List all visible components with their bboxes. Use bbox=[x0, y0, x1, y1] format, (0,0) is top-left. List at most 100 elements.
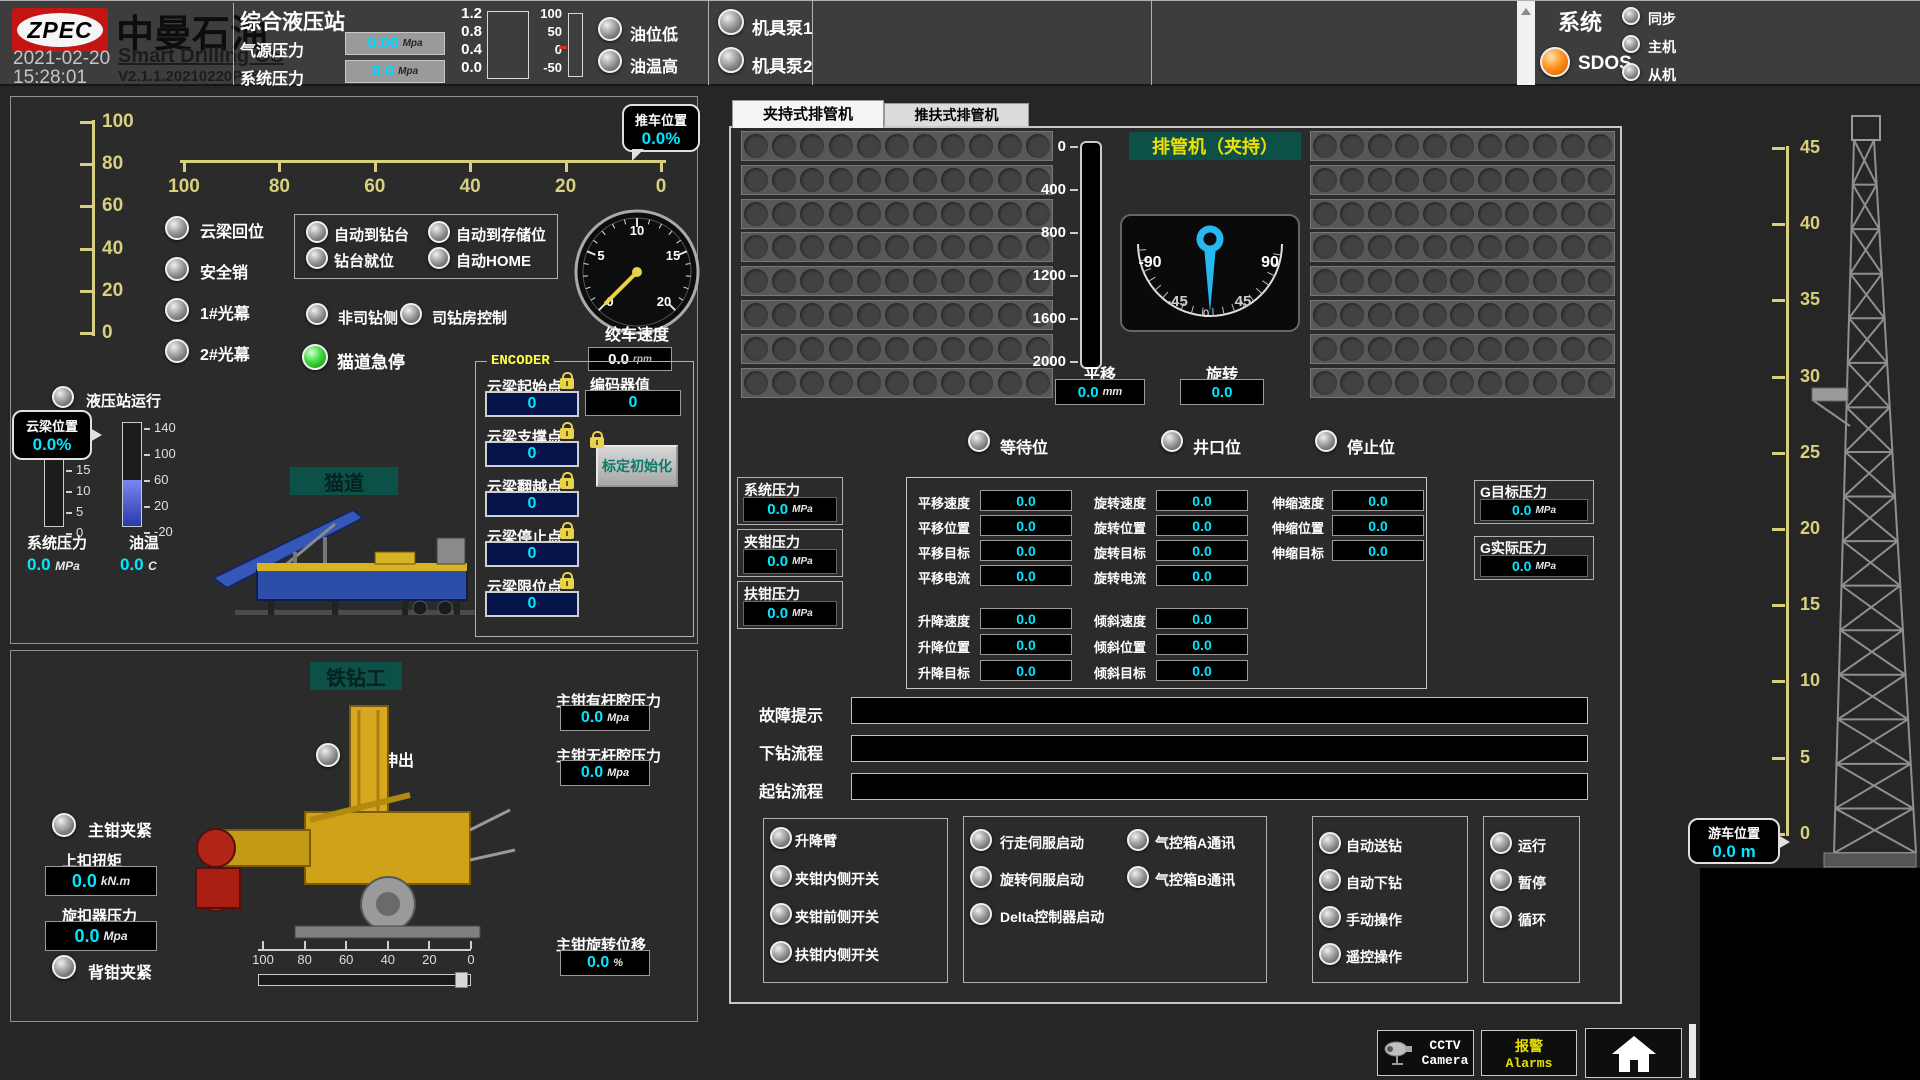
pipe-slot bbox=[772, 134, 796, 158]
derrick-scale-tick bbox=[1772, 452, 1785, 455]
tab-clamp-pipe-handler[interactable]: 夹持式排管机 bbox=[732, 100, 884, 128]
roughneck-slider-handle[interactable] bbox=[455, 972, 468, 988]
control-led[interactable] bbox=[1490, 832, 1512, 854]
control-label: 行走伺服启动 bbox=[1000, 833, 1084, 853]
pipe-slot bbox=[1588, 168, 1612, 192]
table-field-value: 0.0 bbox=[1192, 611, 1211, 627]
calibrate-button[interactable]: 标定初始化 bbox=[596, 445, 678, 487]
translate-value: 0.0 bbox=[1078, 384, 1099, 401]
cctv-button[interactable]: CCTV Camera bbox=[1377, 1030, 1474, 1076]
pipe-slot bbox=[1533, 303, 1557, 327]
pipe-slot bbox=[800, 371, 824, 395]
pipe-v-tick bbox=[1070, 146, 1078, 148]
catwalk-auto-led[interactable] bbox=[306, 247, 328, 269]
control-led[interactable] bbox=[770, 827, 792, 849]
catwalk-pressure-unit: MPa bbox=[55, 559, 80, 573]
pipe-slot bbox=[1588, 235, 1612, 259]
catwalk-h-tick-label: 40 bbox=[445, 176, 495, 198]
control-led[interactable] bbox=[1490, 869, 1512, 891]
encoder-field-value[interactable]: 0 bbox=[485, 541, 579, 567]
table-field-label: 旋转电流 bbox=[1094, 568, 1146, 587]
control-label: 自动下钻 bbox=[1346, 873, 1402, 893]
oil-temp-readout: 0.0 C bbox=[120, 555, 157, 575]
roughneck-scale-tick bbox=[304, 941, 306, 949]
alarms-button[interactable]: 报警 Alarms bbox=[1481, 1030, 1577, 1076]
control-led[interactable] bbox=[1319, 832, 1341, 854]
system-title: 系统 bbox=[1558, 5, 1602, 37]
table-field-value-box: 0.0 bbox=[1332, 515, 1424, 536]
header-scrollbar[interactable] bbox=[1517, 1, 1535, 85]
pipe-slot bbox=[1561, 371, 1585, 395]
temp-bar-tick bbox=[144, 506, 150, 508]
table-field-value: 0.0 bbox=[1016, 543, 1035, 559]
pipe-slot bbox=[941, 371, 965, 395]
scroll-up-icon[interactable] bbox=[1521, 8, 1531, 15]
pipe-slot bbox=[969, 269, 993, 293]
tab-label: 推扶式排管机 bbox=[915, 107, 999, 123]
derrick-scale-label: 0 bbox=[1800, 823, 1810, 844]
pipe-slot bbox=[1368, 269, 1392, 293]
pipe-slot bbox=[913, 168, 937, 192]
version-label: V2.1.1.20210220P25 bbox=[118, 68, 259, 85]
system-mode-led[interactable] bbox=[1622, 35, 1640, 53]
control-led[interactable] bbox=[970, 829, 992, 851]
temp-bar-tick bbox=[144, 480, 150, 482]
oil-temp-bar-fill bbox=[123, 480, 141, 526]
catwalk-estop-led[interactable] bbox=[302, 344, 328, 370]
gauge1-tick: 0.0 bbox=[450, 59, 482, 76]
control-led[interactable] bbox=[970, 866, 992, 888]
temp-bar-tick-label: 140 bbox=[154, 420, 176, 435]
pipe-slot bbox=[1533, 269, 1557, 293]
alarms-label-1: 报警 bbox=[1506, 1036, 1553, 1056]
roughneck-scale-label: 20 bbox=[409, 952, 449, 967]
pipe-slot bbox=[800, 235, 824, 259]
pipe-slot bbox=[1026, 371, 1050, 395]
control-led[interactable] bbox=[770, 941, 792, 963]
control-led[interactable] bbox=[770, 865, 792, 887]
derrick-scale-tick bbox=[1772, 147, 1785, 150]
hydraulic-running-led bbox=[52, 386, 74, 408]
control-led[interactable] bbox=[770, 903, 792, 925]
pipe-slot bbox=[1533, 202, 1557, 226]
pipe-slot bbox=[1423, 269, 1447, 293]
roughneck-scale-tick bbox=[470, 941, 472, 949]
lock-icon bbox=[560, 528, 574, 539]
table-field-label: 旋转位置 bbox=[1094, 518, 1146, 537]
table-field-value-box: 0.0 bbox=[1156, 634, 1248, 655]
table-field-value-box: 0.0 bbox=[1156, 540, 1248, 561]
pipe-slot bbox=[1368, 303, 1392, 327]
table-field-value-box: 0.0 bbox=[1156, 608, 1248, 629]
catwalk-auto-led[interactable] bbox=[428, 247, 450, 269]
table-field-label: 升降位置 bbox=[918, 637, 970, 656]
pipe-slot bbox=[1368, 202, 1392, 226]
encoder-field-value[interactable]: 0 bbox=[485, 491, 579, 517]
encoder-field-value[interactable]: 0 bbox=[485, 441, 579, 467]
catwalk-auto-led[interactable] bbox=[306, 221, 328, 243]
g-pressure-value: 0.0 bbox=[1512, 502, 1531, 518]
catwalk-auto-led[interactable] bbox=[428, 221, 450, 243]
home-button[interactable] bbox=[1585, 1028, 1682, 1078]
table-field-value-box: 0.0 bbox=[980, 565, 1072, 586]
catwalk-v-tick-label: 60 bbox=[102, 195, 123, 217]
message-row-label: 故障提示 bbox=[759, 702, 823, 726]
control-led[interactable] bbox=[1319, 869, 1341, 891]
encoder-field-value[interactable]: 0 bbox=[485, 391, 579, 417]
pipe-v-tick-label: 400 bbox=[1016, 181, 1066, 198]
encoder-field-value[interactable]: 0 bbox=[485, 591, 579, 617]
system-mode-led[interactable] bbox=[1622, 63, 1640, 81]
table-field-value: 0.0 bbox=[1192, 518, 1211, 534]
tab-push-pipe-handler[interactable]: 推扶式排管机 bbox=[884, 103, 1029, 126]
control-led[interactable] bbox=[970, 903, 992, 925]
system-mode-led[interactable] bbox=[1622, 7, 1640, 25]
roughneck-readout-value: 0.0 bbox=[581, 709, 603, 727]
pressure-bar-tick bbox=[66, 470, 72, 472]
pipe-slot bbox=[1368, 337, 1392, 361]
control-led[interactable] bbox=[1319, 943, 1341, 965]
pipe-slot bbox=[772, 303, 796, 327]
pipe-slot bbox=[969, 168, 993, 192]
sdos-led[interactable] bbox=[1540, 47, 1570, 77]
control-led[interactable] bbox=[1319, 906, 1341, 928]
roughneck-slider-track[interactable] bbox=[258, 974, 471, 986]
pipe-slot bbox=[913, 134, 937, 158]
control-led[interactable] bbox=[1490, 906, 1512, 928]
